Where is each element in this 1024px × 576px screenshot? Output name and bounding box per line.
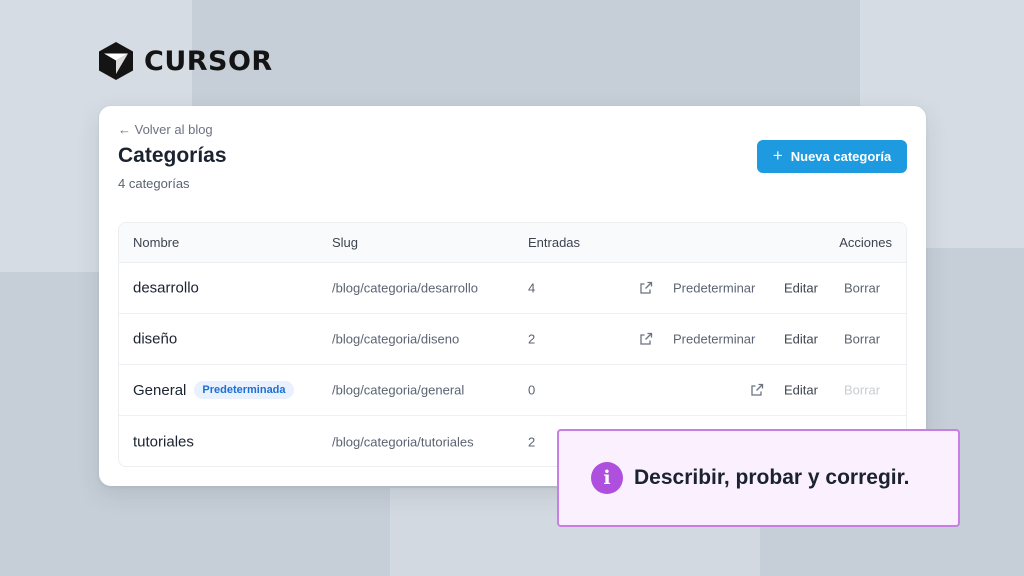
delete-button-disabled: Borrar bbox=[844, 382, 881, 398]
edit-button[interactable]: Editar bbox=[784, 281, 818, 296]
external-link-icon[interactable] bbox=[639, 332, 653, 346]
category-slug: /blog/categoria/diseno bbox=[332, 331, 460, 347]
default-badge: Predeterminada bbox=[194, 381, 294, 399]
new-category-button[interactable]: + Nueva categoría bbox=[757, 140, 907, 173]
column-header-posts: Entradas bbox=[528, 235, 581, 250]
set-default-button[interactable]: Predeterminar bbox=[673, 281, 755, 296]
category-name: General bbox=[133, 381, 187, 399]
delete-button[interactable]: Borrar bbox=[844, 332, 880, 347]
external-link-icon[interactable] bbox=[639, 281, 653, 295]
cursor-cube-logo-icon bbox=[98, 41, 134, 81]
delete-button[interactable]: Borrar bbox=[844, 281, 880, 296]
category-post-count: 0 bbox=[528, 382, 536, 398]
table-row: desarrollo /blog/categoria/desarrollo 4 … bbox=[119, 263, 906, 314]
new-category-label: Nueva categoría bbox=[790, 149, 892, 164]
table-row: diseño /blog/categoria/diseno 2 Predeter… bbox=[119, 314, 906, 365]
edit-button[interactable]: Editar bbox=[784, 383, 818, 398]
page-title: Categorías bbox=[118, 144, 227, 167]
set-default-button[interactable]: Predeterminar bbox=[673, 332, 755, 347]
column-header-name: Nombre bbox=[133, 235, 180, 250]
category-name: diseño bbox=[133, 330, 178, 348]
brand-name: CURSOR bbox=[144, 45, 273, 77]
back-to-blog-link[interactable]: ← Volver al blog bbox=[118, 122, 213, 137]
category-post-count: 2 bbox=[528, 434, 536, 449]
category-name: tutoriales bbox=[133, 433, 194, 450]
table-row: General Predeterminada /blog/categoria/g… bbox=[119, 365, 906, 416]
info-icon: i bbox=[591, 462, 623, 494]
external-link-icon[interactable] bbox=[750, 383, 764, 397]
edit-button[interactable]: Editar bbox=[784, 332, 818, 347]
background-block bbox=[192, 488, 390, 576]
column-header-slug: Slug bbox=[332, 235, 359, 250]
table-header: Nombre Slug Entradas Acciones bbox=[119, 223, 906, 263]
category-slug: /blog/categoria/desarrollo bbox=[332, 280, 478, 296]
brand-logo: CURSOR bbox=[98, 41, 273, 81]
category-count: 4 categorías bbox=[118, 176, 190, 191]
category-post-count: 2 bbox=[528, 331, 536, 347]
category-post-count: 4 bbox=[528, 280, 536, 296]
callout-box: i Describir, probar y corregir. bbox=[557, 429, 960, 527]
category-slug: /blog/categoria/tutoriales bbox=[332, 434, 474, 449]
category-slug: /blog/categoria/general bbox=[332, 382, 465, 398]
callout-text: Describir, probar y corregir. bbox=[634, 466, 910, 489]
category-name: desarrollo bbox=[133, 279, 199, 297]
column-header-actions: Acciones bbox=[839, 235, 892, 250]
plus-icon: + bbox=[772, 146, 783, 165]
